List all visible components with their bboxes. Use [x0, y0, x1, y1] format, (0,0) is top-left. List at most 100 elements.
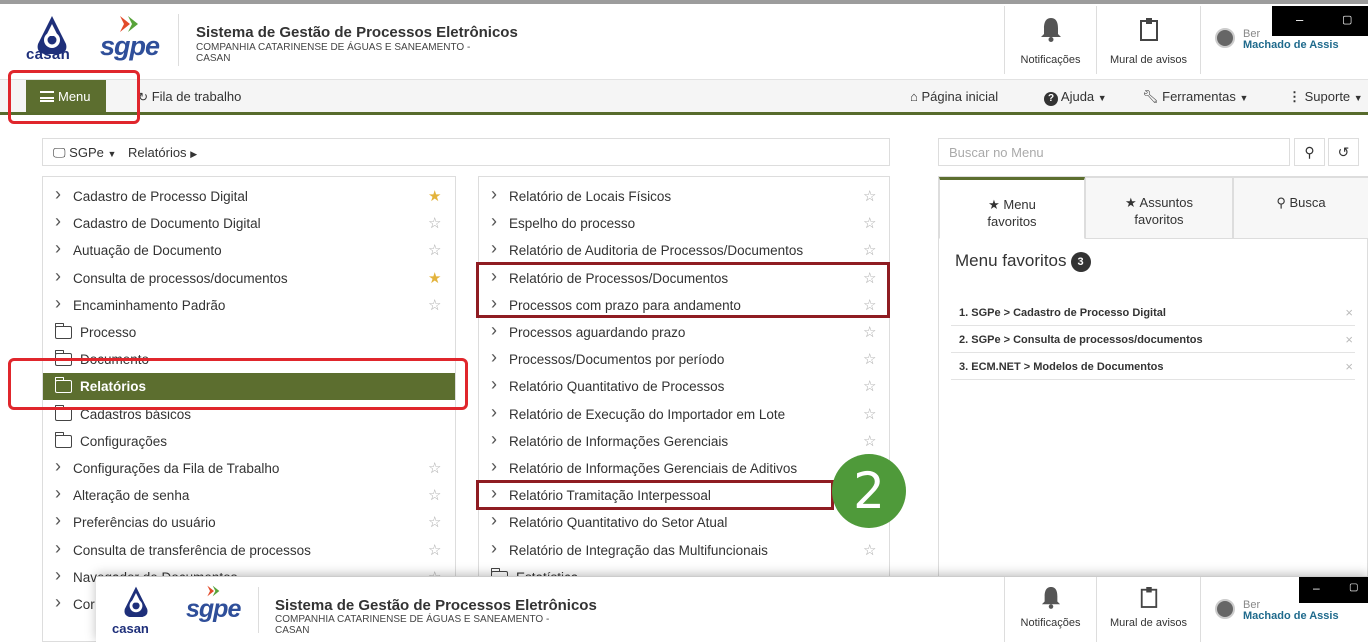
help-menu[interactable]: ? Ajuda ▼ [1044, 89, 1107, 106]
star-filled-icon[interactable]: ★ [428, 187, 441, 205]
notice-board-button[interactable]: Mural de avisos [1096, 6, 1200, 74]
chevron-right-icon: › [491, 537, 497, 558]
menu-item[interactable]: › Cadastro de Documento Digital ☆ [43, 210, 455, 237]
menu-item[interactable]: › Encaminhamento Padrão ☆ [43, 292, 455, 319]
menu-item-label: Consulta de transferência de processos [73, 542, 311, 558]
star-outline-icon[interactable]: ☆ [863, 350, 876, 368]
menu-item[interactable]: › Cadastro de Processo Digital ★ [43, 183, 455, 210]
menu-item-label: Encaminhamento Padrão [73, 297, 226, 313]
star-outline-icon[interactable]: ☆ [863, 432, 876, 450]
remove-favorite-icon[interactable]: × [1345, 305, 1353, 320]
report-menu-item[interactable]: › Processos/Documentos por período ☆ [479, 346, 889, 373]
home-label: Página inicial [921, 89, 999, 104]
breadcrumb: 🖵︎ SGPe ▼ Relatórios ▶ [42, 138, 890, 166]
casan-logo-icon [124, 586, 148, 617]
organization-line-2: CASAN [196, 53, 231, 64]
undo-icon: ↺ [1337, 144, 1350, 160]
menu-item-label: Consulta de processos/documentos [73, 270, 288, 286]
restore-icon[interactable]: ▢ [1342, 13, 1352, 26]
menu-item[interactable]: › Consulta de processos/documentos ★ [43, 265, 455, 292]
star-outline-icon[interactable]: ☆ [863, 541, 876, 559]
tab-search[interactable]: ⚲ Busca [1233, 177, 1368, 239]
chevron-right-icon: › [55, 238, 61, 259]
menu-item-label: Processo [80, 325, 137, 340]
menu-item[interactable]: › Alteração de senha ☆ [43, 482, 455, 509]
tab-menu-favorites[interactable]: ★ Menu favoritos [939, 177, 1085, 239]
star-icon: ★ [988, 197, 1000, 212]
worklist-link[interactable]: ↻ Fila de trabalho [138, 89, 241, 104]
star-outline-icon[interactable]: ☆ [428, 214, 441, 232]
star-outline-icon[interactable]: ☆ [863, 377, 876, 395]
tools-menu[interactable]: 🔧︎ Ferramentas ▼ [1142, 89, 1248, 105]
report-menu-item[interactable]: › Relatório Quantitativo de Processos ☆ [479, 373, 889, 400]
organization-name: COMPANHIA CATARINENSE DE ÁGUAS E SANEAME… [275, 614, 549, 636]
star-outline-icon[interactable]: ☆ [863, 214, 876, 232]
report-menu-item[interactable]: › Relatório de Locais Físicos ☆ [479, 183, 889, 210]
remove-favorite-icon[interactable]: × [1345, 332, 1353, 347]
star-outline-icon[interactable]: ☆ [428, 459, 441, 477]
star-outline-icon[interactable]: ☆ [428, 241, 441, 259]
breadcrumb-root[interactable]: SGPe [69, 145, 104, 160]
report-menu-item[interactable]: › Relatório de Informações Gerenciais de … [479, 455, 889, 482]
remove-favorite-icon[interactable]: × [1345, 359, 1353, 374]
report-menu-item[interactable]: › Relatório de Auditoria de Processos/Doc… [479, 237, 889, 264]
report-menu-item[interactable]: › Processos aguardando prazo ☆ [479, 319, 889, 346]
favorite-item[interactable]: 1. SGPe > Cadastro de Processo Digital × [951, 299, 1355, 326]
menu-folder[interactable]: Configurações [43, 428, 455, 455]
notifications-label: Notificações [1020, 617, 1081, 629]
menu-item-label: Configurações [80, 433, 168, 449]
bell-icon [1040, 18, 1061, 42]
star-outline-icon[interactable]: ☆ [863, 187, 876, 205]
restore-icon[interactable]: ▢ [1349, 582, 1358, 593]
star-outline-icon[interactable]: ☆ [863, 323, 876, 341]
star-outline-icon[interactable]: ☆ [428, 296, 441, 314]
star-outline-icon[interactable]: ☆ [428, 486, 441, 504]
user-menu[interactable]: Ber Machado de Assis – ▢ [1200, 577, 1368, 642]
window-controls: – ▢ [1272, 6, 1368, 36]
star-outline-icon[interactable]: ☆ [428, 513, 441, 531]
menu-item[interactable]: › Preferências do usuário ☆ [43, 509, 455, 536]
notice-board-button[interactable]: Mural de avisos [1096, 577, 1200, 642]
report-menu-item[interactable]: › Relatório de Informações Gerenciais ☆ [479, 428, 889, 455]
home-link[interactable]: ⌂ Página inicial [910, 89, 998, 104]
star-filled-icon[interactable]: ★ [428, 269, 441, 287]
support-menu[interactable]: ⋮ Suporte ▼ [1288, 89, 1363, 105]
report-item-label: Relatório Quantitativo do Setor Atual [509, 515, 728, 531]
casan-logo-text: casan [112, 621, 149, 636]
notifications-button[interactable]: Notificações [1004, 577, 1096, 642]
monitor-icon: 🖵︎ [53, 145, 66, 160]
report-menu-item[interactable]: › Relatório Quantitativo do Setor Atual [479, 509, 889, 536]
window-frame-top [0, 0, 1368, 4]
minimize-icon[interactable]: – [1313, 581, 1320, 595]
favorite-item[interactable]: 2. SGPe > Consulta de processos/document… [951, 326, 1355, 353]
report-menu-item[interactable]: › Espelho do processo ☆ [479, 210, 889, 237]
report-item-label: Processos/Documentos por período [509, 352, 725, 368]
chevron-right-icon: › [491, 238, 497, 259]
step-number-badge: 2 [832, 454, 906, 528]
favorite-item[interactable]: 3. ECM.NET > Modelos de Documentos × [951, 353, 1355, 380]
chevron-right-icon: › [491, 184, 497, 204]
menu-search-input[interactable]: Buscar no Menu [938, 138, 1290, 166]
tab-menu-favorites-line1: Menu [1003, 197, 1036, 212]
minimize-icon[interactable]: – [1296, 12, 1303, 27]
chevron-right-icon: › [55, 510, 61, 531]
menu-item[interactable]: › Autuação de Documento ☆ [43, 237, 455, 264]
star-outline-icon[interactable]: ☆ [863, 405, 876, 423]
menu-item-label: Cor [73, 597, 95, 612]
report-menu-item[interactable]: › Relatório de Execução do Importador em … [479, 401, 889, 428]
reset-search-button[interactable]: ↺ [1328, 138, 1359, 166]
star-outline-icon[interactable]: ☆ [863, 241, 876, 259]
report-item-label: Relatório de Auditoria de Processos/Docu… [509, 243, 804, 259]
star-outline-icon[interactable]: ☆ [428, 541, 441, 559]
report-menu-item[interactable]: › Relatório de Integração das Multifuncio… [479, 537, 889, 564]
search-button[interactable]: ⚲ [1294, 138, 1325, 166]
bell-icon [1041, 587, 1061, 609]
menu-folder[interactable]: Processo [43, 319, 455, 346]
breadcrumb-current[interactable]: Relatórios [128, 145, 187, 160]
notifications-button[interactable]: Notificações [1004, 6, 1096, 74]
organization-name: COMPANHIA CATARINENSE DE ÁGUAS E SANEAME… [196, 42, 526, 64]
favorites-count-badge: 3 [1070, 252, 1091, 272]
menu-item[interactable]: › Consulta de transferência de processos ☆ [43, 537, 455, 564]
tab-subject-favorites[interactable]: ★ Assuntos favoritos [1085, 177, 1233, 239]
menu-item[interactable]: › Configurações da Fila de Trabalho ☆ [43, 455, 455, 482]
